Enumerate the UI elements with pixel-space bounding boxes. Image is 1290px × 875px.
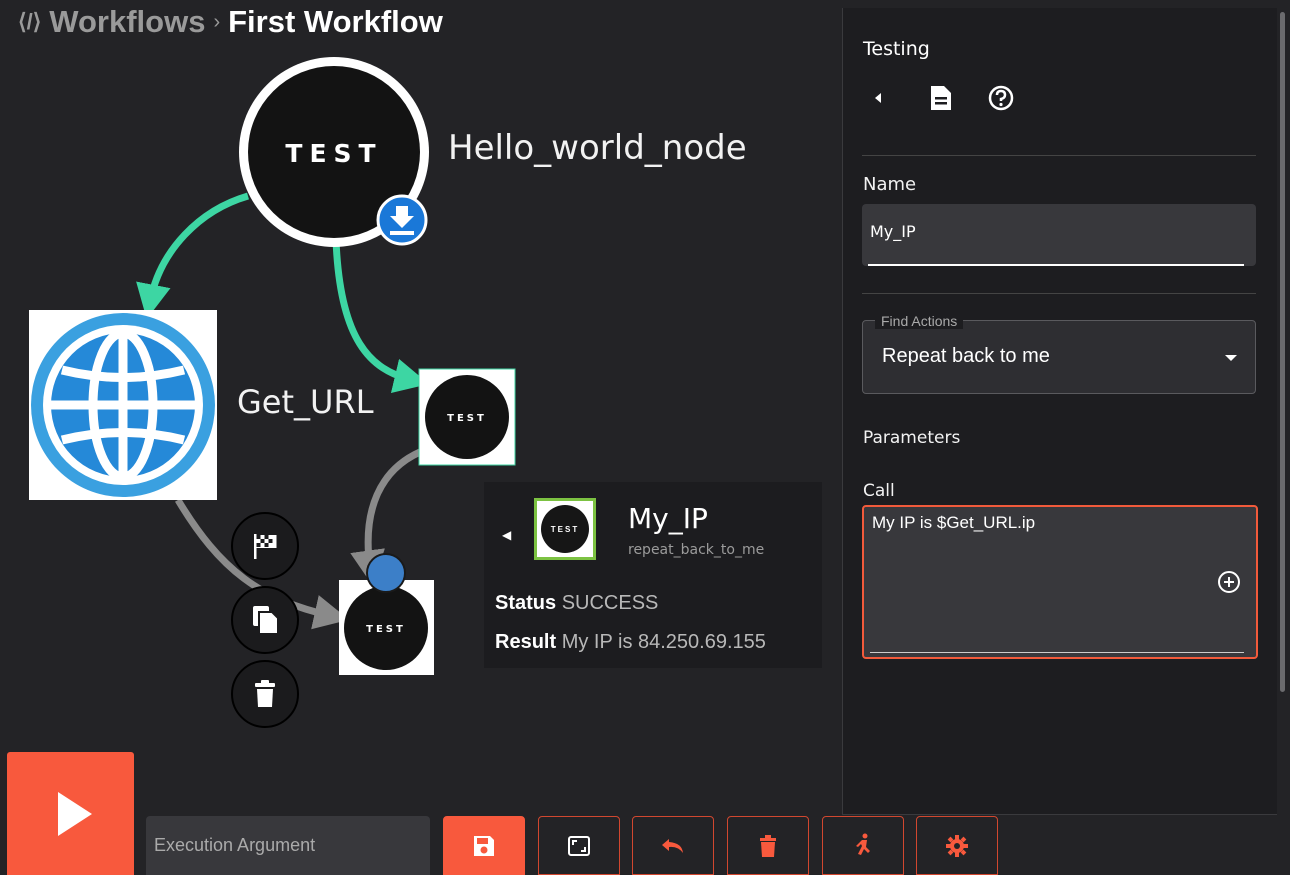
find-actions-value: Repeat back to me	[882, 345, 1050, 367]
call-value: My IP is $Get_URL.ip	[872, 513, 1036, 532]
call-textarea[interactable]: My IP is $Get_URL.ip	[862, 505, 1258, 659]
delete-node-button[interactable]	[231, 660, 299, 728]
fit-view-button[interactable]	[538, 816, 620, 875]
result-value: My IP is 84.250.69.155	[561, 631, 766, 653]
find-actions-select[interactable]: Find Actions Repeat back to me	[862, 313, 1256, 394]
edge-hello-to-geturl[interactable]	[136, 192, 249, 320]
collapse-panel-button[interactable]	[864, 84, 892, 112]
execution-argument-placeholder: Execution Argument	[154, 835, 316, 855]
find-actions-label: Find Actions	[875, 313, 964, 329]
code-icon[interactable]: ⟨/⟩	[18, 9, 41, 35]
edge-hello-to-test[interactable]	[332, 239, 430, 393]
settings-icon	[946, 834, 968, 857]
play-icon	[57, 791, 92, 836]
breadcrumb: ⟨/⟩ Workflows › First Workflow	[18, 4, 443, 40]
document-icon	[931, 86, 951, 110]
execute-workflow-button[interactable]	[7, 752, 134, 875]
add-variable-icon[interactable]	[1218, 571, 1240, 593]
panel-divider	[862, 293, 1256, 294]
node-label-hello-world: Hello_world_node	[448, 128, 747, 168]
collapse-arrow-icon[interactable]: ◀	[502, 528, 511, 542]
node-hello-logo-text: TEST	[285, 139, 382, 168]
breadcrumb-separator: ›	[213, 10, 221, 33]
name-field-value: My_IP	[870, 222, 916, 241]
name-label: Name	[863, 174, 917, 195]
settings-button[interactable]	[916, 816, 998, 875]
result-label: Result	[495, 631, 557, 653]
popup-title: My_IP	[628, 502, 708, 535]
popup-subtitle: repeat_back_to_me	[628, 542, 765, 558]
breadcrumb-workflows-link[interactable]: Workflows	[49, 4, 205, 40]
name-field[interactable]: My_IP	[862, 204, 1256, 266]
delete-icon	[760, 834, 776, 857]
name-field-underline	[868, 264, 1244, 266]
selected-node-indicator	[366, 553, 406, 593]
caret-left-icon	[875, 93, 881, 103]
breadcrumb-current: First Workflow	[228, 4, 443, 39]
help-icon	[988, 85, 1014, 111]
undo-button[interactable]	[632, 816, 714, 875]
undo-icon	[662, 838, 683, 853]
parameters-heading: Parameters	[863, 428, 961, 448]
help-button[interactable]	[987, 84, 1015, 112]
node-label-get-url: Get_URL	[237, 383, 374, 421]
panel-title: Testing	[863, 38, 930, 60]
run-tests-button[interactable]	[822, 816, 904, 875]
save-button[interactable]	[443, 816, 525, 875]
node-test-middle[interactable]: TEST	[418, 368, 516, 466]
flag-icon	[254, 534, 277, 559]
node-test-middle-logo-text: TEST	[447, 413, 487, 424]
node-result-popup: ◀ TEST My_IP repeat_back_to_me Status SU…	[484, 482, 822, 668]
call-underline	[870, 652, 1244, 653]
app-logo-text: TEST	[541, 505, 589, 553]
copy-icon	[253, 606, 279, 635]
panel-divider	[862, 155, 1256, 156]
status-value: SUCCESS	[561, 592, 659, 614]
edge-test-to-myip[interactable]	[350, 448, 422, 586]
node-my-ip[interactable]: TEST	[339, 553, 434, 675]
status-row: Status SUCCESS	[495, 592, 658, 615]
call-label: Call	[863, 481, 895, 501]
node-hello-world[interactable]: TEST	[239, 57, 429, 247]
run-icon	[856, 833, 870, 855]
docs-button[interactable]	[927, 84, 955, 112]
trash-icon	[255, 680, 275, 707]
status-label: Status	[495, 592, 557, 614]
save-icon	[474, 835, 494, 856]
panel-scrollbar[interactable]	[1280, 12, 1285, 692]
node-myip-logo-text: TEST	[366, 624, 406, 635]
delete-selection-button[interactable]	[727, 816, 809, 875]
node-get-url[interactable]	[29, 310, 217, 500]
set-start-node-button[interactable]	[231, 512, 299, 580]
globe-icon	[31, 313, 215, 497]
execution-argument-input[interactable]: Execution Argument	[146, 816, 430, 875]
fullscreen-icon	[568, 835, 590, 856]
dropdown-arrow-icon	[1225, 355, 1237, 361]
node-settings-panel: Testing Name My_IP Find Actions Repeat b…	[842, 8, 1277, 815]
copy-node-button[interactable]	[231, 586, 299, 654]
download-icon	[376, 194, 428, 246]
app-logo: TEST	[534, 498, 596, 560]
result-row: Result My IP is 84.250.69.155	[495, 631, 766, 654]
